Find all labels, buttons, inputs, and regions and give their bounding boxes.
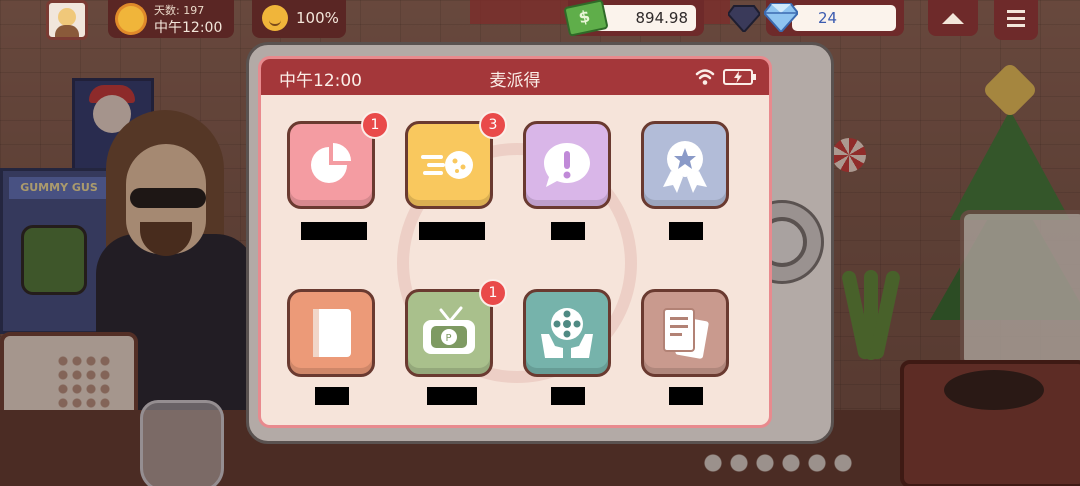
money-panel[interactable]: 894.98	[563, 0, 704, 37]
app-news[interactable]	[405, 121, 493, 209]
app-label-redacted	[551, 222, 585, 240]
dark-gem-icon	[728, 5, 760, 32]
gem-field: 24	[792, 5, 896, 31]
phone-app-title: 麦派得	[489, 71, 541, 91]
app-tv[interactable]: P	[405, 289, 493, 377]
menu-button[interactable]	[994, 0, 1038, 40]
satisfaction-panel[interactable]: 100%	[252, 0, 346, 38]
book-icon	[313, 309, 351, 357]
app-achievements[interactable]	[641, 121, 729, 209]
svg-text:P: P	[446, 333, 452, 344]
notification-badge: 3	[479, 111, 507, 139]
app-cinema[interactable]	[523, 289, 611, 377]
tv-icon: P	[423, 306, 475, 354]
app-documents[interactable]	[641, 289, 729, 377]
app-label-redacted	[315, 387, 349, 405]
notification-badge: 1	[479, 279, 507, 307]
app-label-redacted	[669, 387, 703, 405]
satisfaction-percent: 100%	[296, 9, 339, 27]
smiley-icon	[262, 5, 288, 31]
app-label-redacted	[301, 222, 367, 240]
phone-screen: 中午12:00 麦派得 1 3 P 1	[258, 56, 772, 428]
award-ribbon-icon	[663, 141, 707, 193]
pie-chart-icon	[311, 143, 351, 183]
app-recipe-book[interactable]	[287, 289, 375, 377]
wifi-icon	[695, 69, 715, 85]
game-clock: 中午12:00	[154, 20, 223, 36]
app-label-redacted	[427, 387, 477, 405]
app-label-redacted	[551, 387, 585, 405]
app-label-redacted	[669, 222, 703, 240]
avatar-body	[55, 25, 79, 37]
day-counter: 天数: 197	[154, 4, 205, 17]
player-avatar-button[interactable]	[46, 0, 88, 40]
gem-amount: 24	[818, 9, 838, 27]
day-time-panel[interactable]: 天数: 197 中午12:00	[108, 0, 234, 38]
app-label-redacted	[419, 222, 485, 240]
collapse-button[interactable]	[928, 0, 978, 36]
battery-charging-icon	[723, 69, 756, 85]
money-amount: 894.98	[635, 9, 689, 27]
chevron-up-icon	[942, 13, 964, 24]
notification-badge: 1	[361, 111, 389, 139]
gem-panel[interactable]: 24	[764, 0, 904, 36]
film-reel-hands-icon	[541, 308, 593, 358]
diamond-icon	[764, 3, 798, 32]
exclamation-bubble-icon	[544, 143, 590, 187]
comet-icon	[421, 151, 473, 179]
app-statistics[interactable]	[287, 121, 375, 209]
hamburger-icon	[1007, 10, 1025, 13]
avatar-head	[58, 8, 76, 26]
cash-icon	[563, 0, 609, 37]
app-alerts[interactable]	[523, 121, 611, 209]
sun-icon	[118, 6, 144, 32]
documents-icon	[663, 308, 709, 359]
status-bar: 中午12:00 麦派得	[261, 59, 769, 95]
